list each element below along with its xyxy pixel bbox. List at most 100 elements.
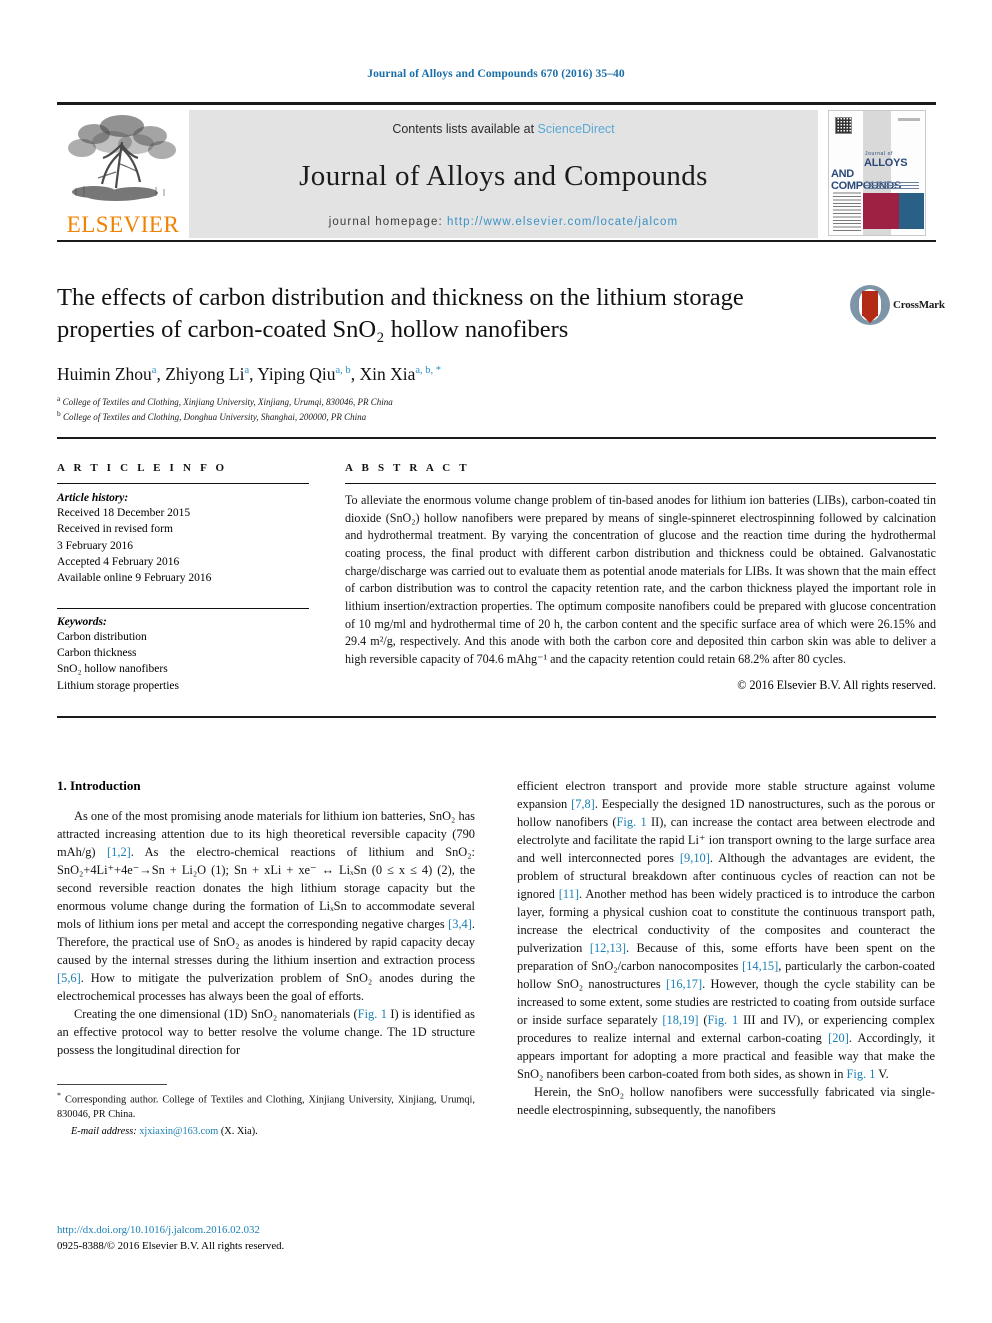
- journal-masthead: ELSEVIER Contents lists available at Sci…: [57, 102, 936, 238]
- citation-ref[interactable]: [5,6]: [57, 971, 81, 985]
- author-name: Huimin Zhou: [57, 363, 152, 384]
- citation-ref[interactable]: [14,15]: [742, 959, 778, 973]
- body-column-left: 1. Introduction As one of the most promi…: [57, 778, 475, 1137]
- figure-ref[interactable]: Fig. 1: [847, 1067, 876, 1081]
- email-label: E-mail address:: [71, 1126, 140, 1138]
- affiliation-item: a College of Textiles and Clothing, Xinj…: [57, 394, 936, 409]
- article-info-column: A R T I C L E I N F O Article history: R…: [57, 462, 309, 694]
- bottom-metadata: http://dx.doi.org/10.1016/j.jalcom.2016.…: [57, 1222, 284, 1254]
- crossmark-icon: [850, 285, 890, 325]
- author-name: Xin Xia: [359, 363, 416, 384]
- rule-under-authors: [57, 437, 936, 439]
- issn-copyright-line: 0925-8388/© 2016 Elsevier B.V. All right…: [57, 1240, 285, 1253]
- crossmark-label: CrossMark: [893, 299, 945, 311]
- body-columns: 1. Introduction As one of the most promi…: [57, 778, 936, 1137]
- keyword-item: Lithium storage properties: [57, 679, 179, 692]
- history-item: Received 18 December 2015: [57, 507, 191, 519]
- doi-link[interactable]: http://dx.doi.org/10.1016/j.jalcom.2016.…: [57, 1222, 284, 1238]
- crossmark-badge[interactable]: CrossMark: [850, 284, 945, 326]
- running-head: Journal of Alloys and Compounds 670 (201…: [367, 68, 625, 80]
- homepage-label: journal homepage:: [328, 216, 448, 228]
- section-heading-introduction: 1. Introduction: [57, 778, 141, 793]
- history-item: Accepted 4 February 2016: [57, 555, 180, 568]
- citation-ref[interactable]: [20]: [828, 1031, 849, 1045]
- journal-cover-thumbnail: Journal of ALLOYS AND COMPOUNDS: [818, 110, 936, 238]
- keywords-label: Keywords:: [57, 615, 107, 628]
- cover-subtitle-lines: [865, 180, 919, 189]
- article-info-rule: [57, 483, 309, 484]
- author-name: Yiping Qiu: [257, 363, 336, 384]
- info-abstract-section: A R T I C L E I N F O Article history: R…: [57, 462, 936, 694]
- history-item: Received in revised form: [57, 523, 173, 536]
- homepage-url-link[interactable]: http://www.elsevier.com/locate/jalcom: [447, 216, 678, 228]
- citation-ref[interactable]: [1,2]: [107, 845, 131, 859]
- citation-ref[interactable]: [12,13]: [590, 941, 626, 955]
- cover-left-text-lines: [833, 191, 861, 231]
- author-affiliation-mark: a: [244, 364, 250, 376]
- journal-homepage-line: journal homepage: http://www.elsevier.co…: [329, 216, 678, 228]
- paragraph: Herein, the SnO₂ hollow nanofibers were …: [517, 1084, 935, 1120]
- elsevier-logo: ELSEVIER: [57, 110, 189, 238]
- cover-barcode-icon: [835, 117, 852, 134]
- paragraph: efficient electron transport and provide…: [517, 778, 935, 1084]
- citation-ref[interactable]: [16,17]: [666, 977, 702, 991]
- affiliation-text: College of Textiles and Clothing, Donghu…: [63, 411, 367, 422]
- paragraph: As one of the most promising anode mater…: [57, 808, 475, 1006]
- figure-ref[interactable]: Fig. 1: [617, 815, 647, 829]
- elsevier-tree-icon: [68, 115, 176, 201]
- email-link[interactable]: xjxiaxin@163.com: [139, 1126, 218, 1137]
- footnote-rule: [57, 1083, 167, 1085]
- contents-prefix: Contents lists available at: [392, 122, 538, 136]
- abstract-copyright: © 2016 Elsevier B.V. All rights reserved…: [737, 677, 936, 692]
- author-affiliation-mark: a: [151, 364, 157, 376]
- paragraph-text: (: [698, 1012, 708, 1027]
- sciencedirect-link[interactable]: ScienceDirect: [538, 122, 615, 136]
- figure-ref[interactable]: Fig. 1: [358, 1007, 387, 1021]
- citation-ref[interactable]: [18,19]: [662, 1013, 698, 1027]
- page-title: The effects of carbon distribution and t…: [57, 284, 744, 343]
- email-line: E-mail address: xjxiaxin@163.com (X. Xia…: [57, 1126, 475, 1137]
- footnote-text: Corresponding author. College of Textile…: [57, 1094, 475, 1121]
- author-affiliation-mark: a, b, *: [415, 364, 442, 376]
- abstract-text: To alleviate the enormous volume change …: [345, 493, 936, 666]
- paper-page: Journal of Alloys and Compounds 670 (201…: [0, 0, 992, 1323]
- paragraph: Creating the one dimensional (1D) SnO₂ n…: [57, 1006, 475, 1060]
- keyword-item: Carbon distribution: [57, 630, 147, 643]
- journal-title: Journal of Alloys and Compounds: [299, 159, 708, 192]
- abstract-heading: A B S T R A C T: [345, 462, 470, 474]
- affiliation-list: a College of Textiles and Clothing, Xinj…: [57, 394, 936, 424]
- elsevier-wordmark: ELSEVIER: [66, 212, 180, 237]
- paragraph-text: V.: [875, 1066, 889, 1081]
- affiliation-item: b College of Textiles and Clothing, Dong…: [57, 409, 936, 424]
- citation-ref[interactable]: [11]: [559, 887, 579, 901]
- masthead-bottom-rule: [57, 240, 936, 242]
- affiliation-mark: a: [57, 393, 61, 403]
- keywords-rule: [57, 607, 309, 609]
- email-suffix: (X. Xia).: [218, 1126, 258, 1138]
- affiliation-mark: b: [57, 408, 61, 418]
- cover-topright-mark: [898, 118, 920, 121]
- author-list: Huimin Zhoua, Zhiyong Lia, Yiping Qiua, …: [57, 363, 442, 384]
- affiliation-text: College of Textiles and Clothing, Xinjia…: [62, 396, 393, 407]
- journal-band: Contents lists available at ScienceDirec…: [189, 110, 818, 238]
- citation-ref[interactable]: [7,8]: [571, 797, 595, 811]
- rule-under-abstract: [57, 716, 936, 718]
- paragraph-text: Creating the one dimensional (1D) SnO₂ n…: [74, 1006, 358, 1021]
- corresponding-author-footnote: * Corresponding author. College of Texti…: [57, 1090, 475, 1123]
- figure-ref[interactable]: Fig. 1: [708, 1013, 739, 1027]
- contents-available-line: Contents lists available at ScienceDirec…: [392, 122, 614, 136]
- title-block: The effects of carbon distribution and t…: [57, 282, 945, 424]
- citation-ref[interactable]: [9,10]: [680, 851, 710, 865]
- body-column-right: efficient electron transport and provide…: [517, 778, 935, 1137]
- keyword-item: SnO₂ hollow nanofibers: [57, 663, 168, 676]
- author-affiliation-mark: a, b: [335, 364, 351, 376]
- cover-image: Journal of ALLOYS AND COMPOUNDS: [828, 110, 926, 236]
- history-item: Available online 9 February 2016: [57, 572, 212, 585]
- citation-ref[interactable]: [3,4]: [448, 917, 472, 931]
- article-info-heading: A R T I C L E I N F O: [57, 462, 228, 474]
- author-name: Zhiyong Li: [165, 363, 245, 384]
- abstract-rule: [345, 483, 936, 484]
- article-history-label: Article history:: [57, 492, 129, 504]
- abstract-column: A B S T R A C T To alleviate the enormou…: [345, 462, 936, 694]
- history-item: 3 February 2016: [57, 539, 134, 552]
